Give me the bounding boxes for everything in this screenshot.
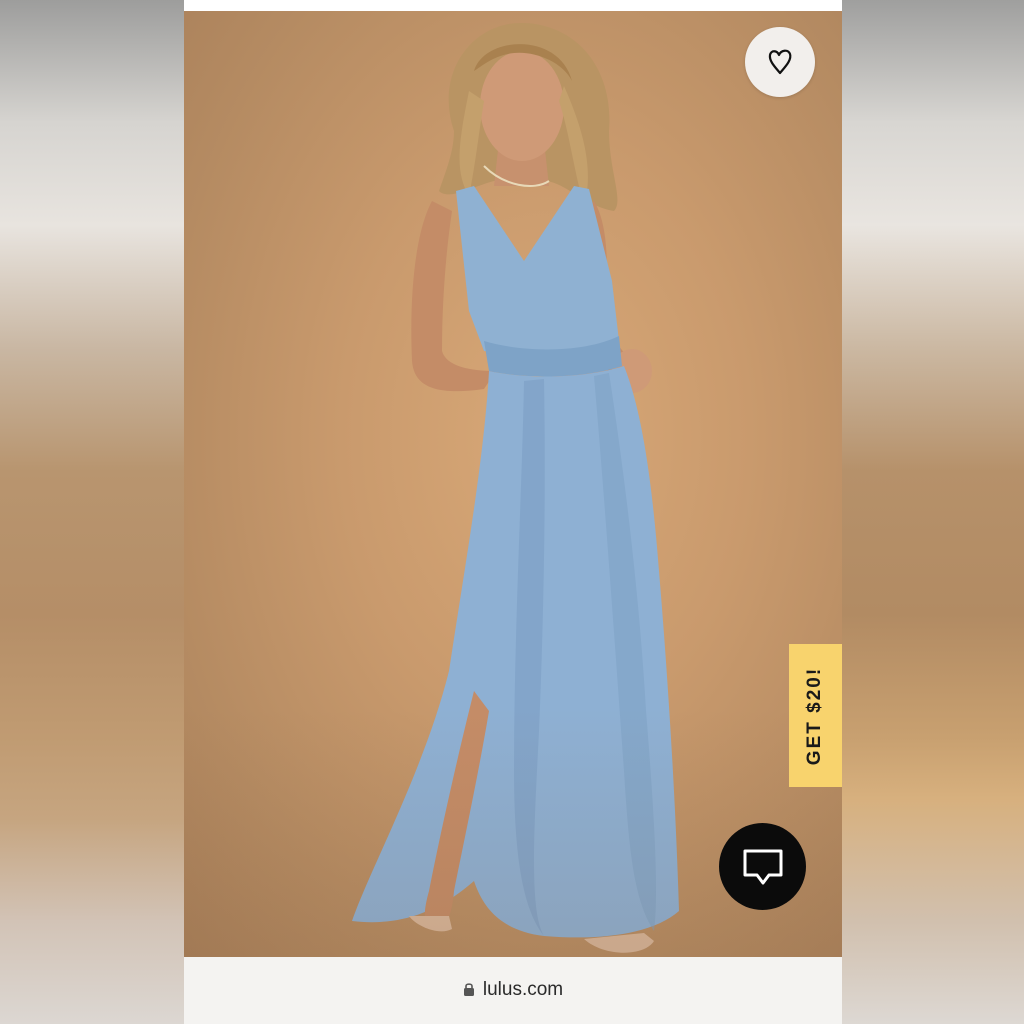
chat-bubble-icon — [743, 849, 782, 884]
promo-tab[interactable]: GET $20! — [789, 644, 842, 787]
promo-label: GET $20! — [804, 666, 826, 765]
blurred-background-left — [0, 0, 184, 1024]
lock-icon — [463, 983, 474, 996]
url-text: lulus.com — [482, 978, 564, 1000]
heart-icon — [768, 49, 792, 75]
chat-button[interactable] — [719, 823, 806, 910]
phone-screen: GET $20! lulus.com — [184, 0, 842, 1024]
favorite-button[interactable] — [745, 27, 815, 97]
blurred-background-right — [842, 0, 1024, 1024]
product-image[interactable] — [184, 11, 842, 957]
browser-url-bar[interactable]: lulus.com — [184, 957, 842, 1024]
